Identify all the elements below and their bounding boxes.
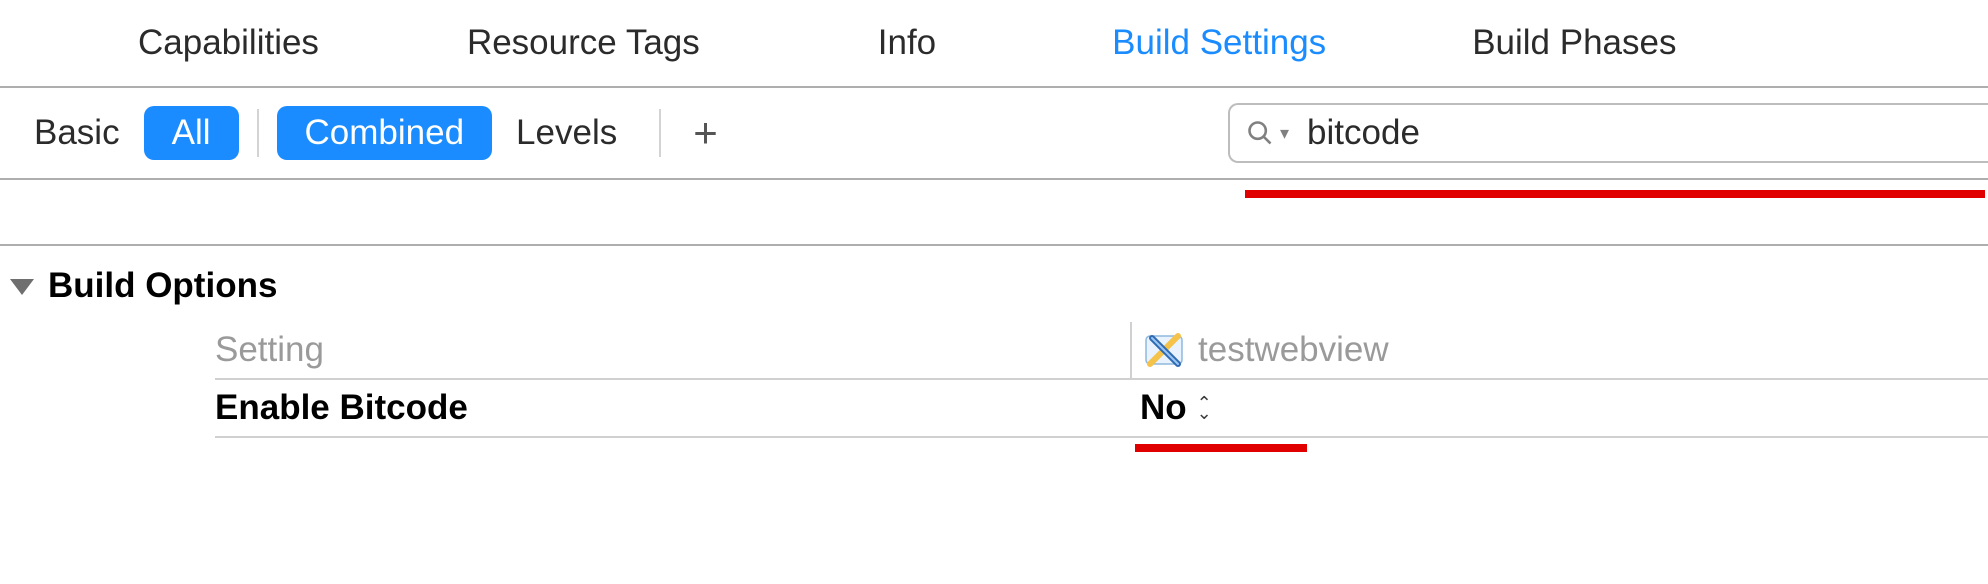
- disclosure-triangle-icon[interactable]: [10, 279, 34, 295]
- tab-info[interactable]: Info: [850, 0, 964, 86]
- scope-basic[interactable]: Basic: [10, 113, 144, 153]
- scope-all[interactable]: All: [144, 106, 239, 160]
- setting-row[interactable]: Enable Bitcode No ⌃ ⌄: [215, 380, 1988, 438]
- annotation-underline: [1245, 190, 1985, 198]
- search-icon[interactable]: ▾: [1246, 119, 1289, 147]
- tab-label: Build Settings: [1112, 23, 1326, 63]
- group-header[interactable]: Build Options: [0, 246, 1988, 322]
- tab-build-phases[interactable]: Build Phases: [1444, 0, 1704, 86]
- toolbar-divider: [257, 109, 259, 157]
- add-build-setting-button[interactable]: +: [679, 109, 732, 157]
- editor-tabs: Capabilities Resource Tags Info Build Se…: [0, 0, 1988, 88]
- target-name: testwebview: [1198, 330, 1389, 370]
- xcode-app-icon: [1142, 328, 1186, 372]
- tab-build-settings[interactable]: Build Settings: [1084, 0, 1354, 86]
- tab-resource-tags[interactable]: Resource Tags: [439, 0, 728, 86]
- column-target: testwebview: [1130, 322, 1389, 378]
- annotation-underline: [1135, 444, 1307, 452]
- stepper-icon[interactable]: ⌃ ⌄: [1197, 398, 1212, 418]
- group-title: Build Options: [48, 266, 277, 306]
- column-setting-label: Setting: [215, 330, 1130, 370]
- settings-columns-header: Setting testwebview: [215, 322, 1988, 380]
- search-field-container: ▾: [1228, 103, 1988, 163]
- plus-icon: +: [693, 109, 718, 156]
- toolbar-divider: [659, 109, 661, 157]
- view-combined[interactable]: Combined: [277, 106, 493, 160]
- build-settings-toolbar: Basic All Combined Levels + ▾: [0, 88, 1988, 180]
- tab-capabilities[interactable]: Capabilities: [110, 0, 347, 86]
- view-levels[interactable]: Levels: [492, 113, 641, 153]
- search-input[interactable]: [1307, 113, 1988, 153]
- setting-name: Enable Bitcode: [215, 388, 1130, 428]
- setting-value: No: [1140, 388, 1187, 428]
- chevron-down-icon: ▾: [1280, 123, 1289, 144]
- setting-value-cell[interactable]: No ⌃ ⌄: [1130, 388, 1212, 428]
- chevron-down-icon: ⌄: [1197, 408, 1212, 418]
